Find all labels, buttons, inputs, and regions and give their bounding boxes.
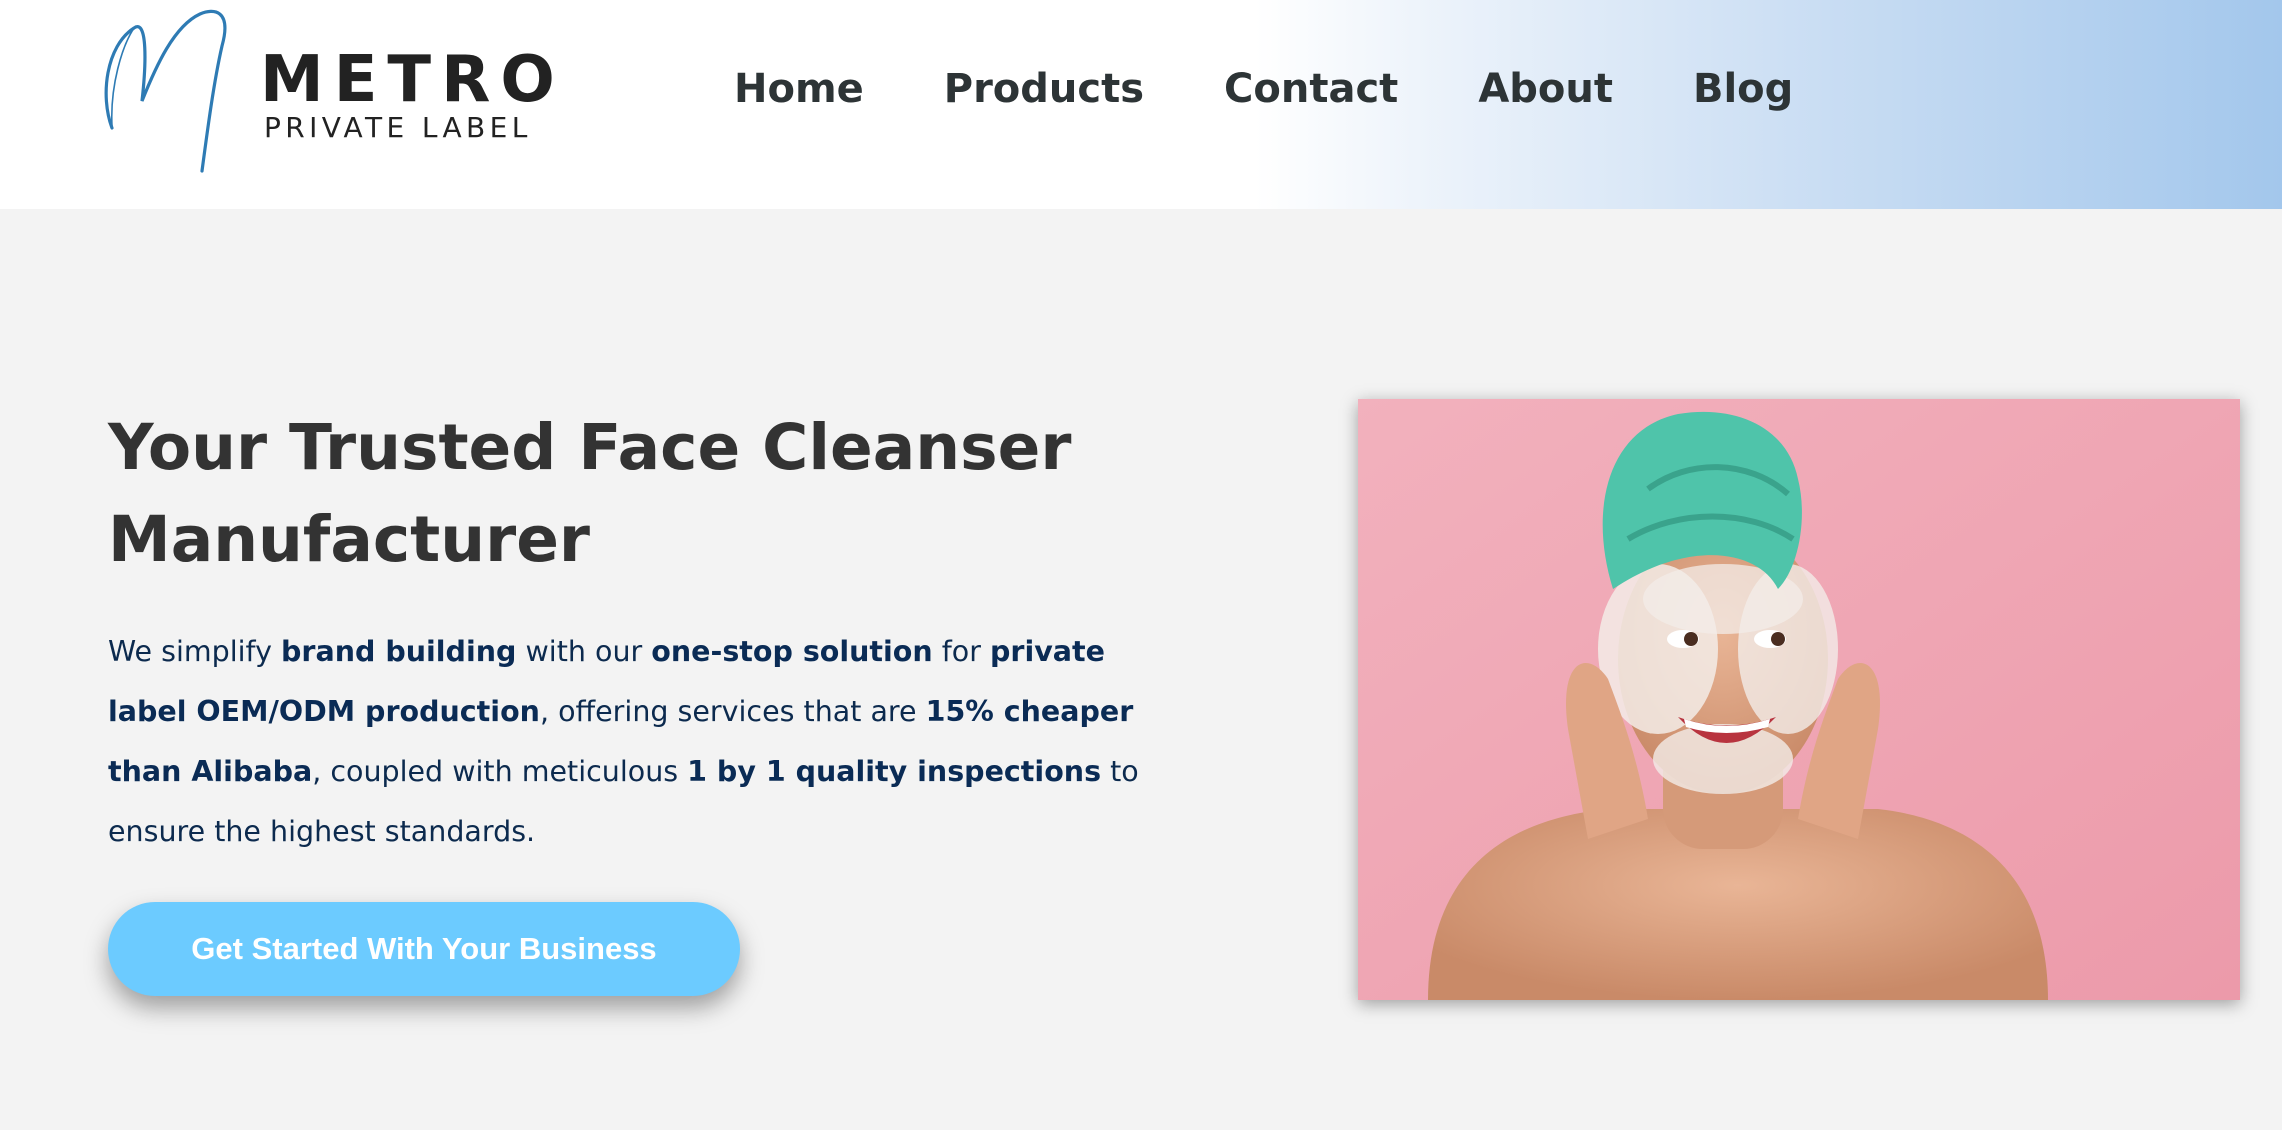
desc-text-3: for: [932, 635, 990, 668]
desc-bold-one-stop: one-stop solution: [651, 635, 933, 668]
site-logo[interactable]: METRO PRIVATE LABEL: [104, 6, 555, 176]
get-started-button[interactable]: Get Started With Your Business: [108, 902, 740, 996]
nav-item-contact[interactable]: Contact: [1224, 60, 1398, 118]
desc-text-5: , coupled with meticulous: [312, 755, 688, 788]
hero-title: Your Trusted Face Cleanser Manufacturer: [108, 411, 1072, 576]
main-nav: Home Products Contact About Blog: [734, 60, 1793, 118]
nav-item-about[interactable]: About: [1478, 60, 1613, 118]
nav-item-products[interactable]: Products: [944, 60, 1144, 118]
desc-text-1: We simplify: [108, 635, 282, 668]
logo-wordmark: METRO: [260, 43, 565, 117]
desc-bold-inspections: 1 by 1 quality inspections: [687, 755, 1102, 788]
nav-item-blog[interactable]: Blog: [1693, 60, 1793, 118]
site-header: METRO PRIVATE LABEL Home Products Contac…: [0, 0, 2282, 209]
script-m-logo-icon: [104, 9, 227, 173]
logo-tagline: PRIVATE LABEL: [264, 111, 532, 144]
hero-photo: [1358, 399, 2240, 1000]
woman-with-towel-and-face-foam-photo: [1358, 399, 2240, 1000]
nav-item-home[interactable]: Home: [734, 60, 864, 118]
desc-bold-brand-building: brand building: [281, 635, 517, 668]
hero-description: We simplify brand building with our one-…: [108, 622, 1188, 862]
desc-text-2: with our: [516, 635, 652, 668]
desc-text-4: , offering services that are: [539, 695, 926, 728]
